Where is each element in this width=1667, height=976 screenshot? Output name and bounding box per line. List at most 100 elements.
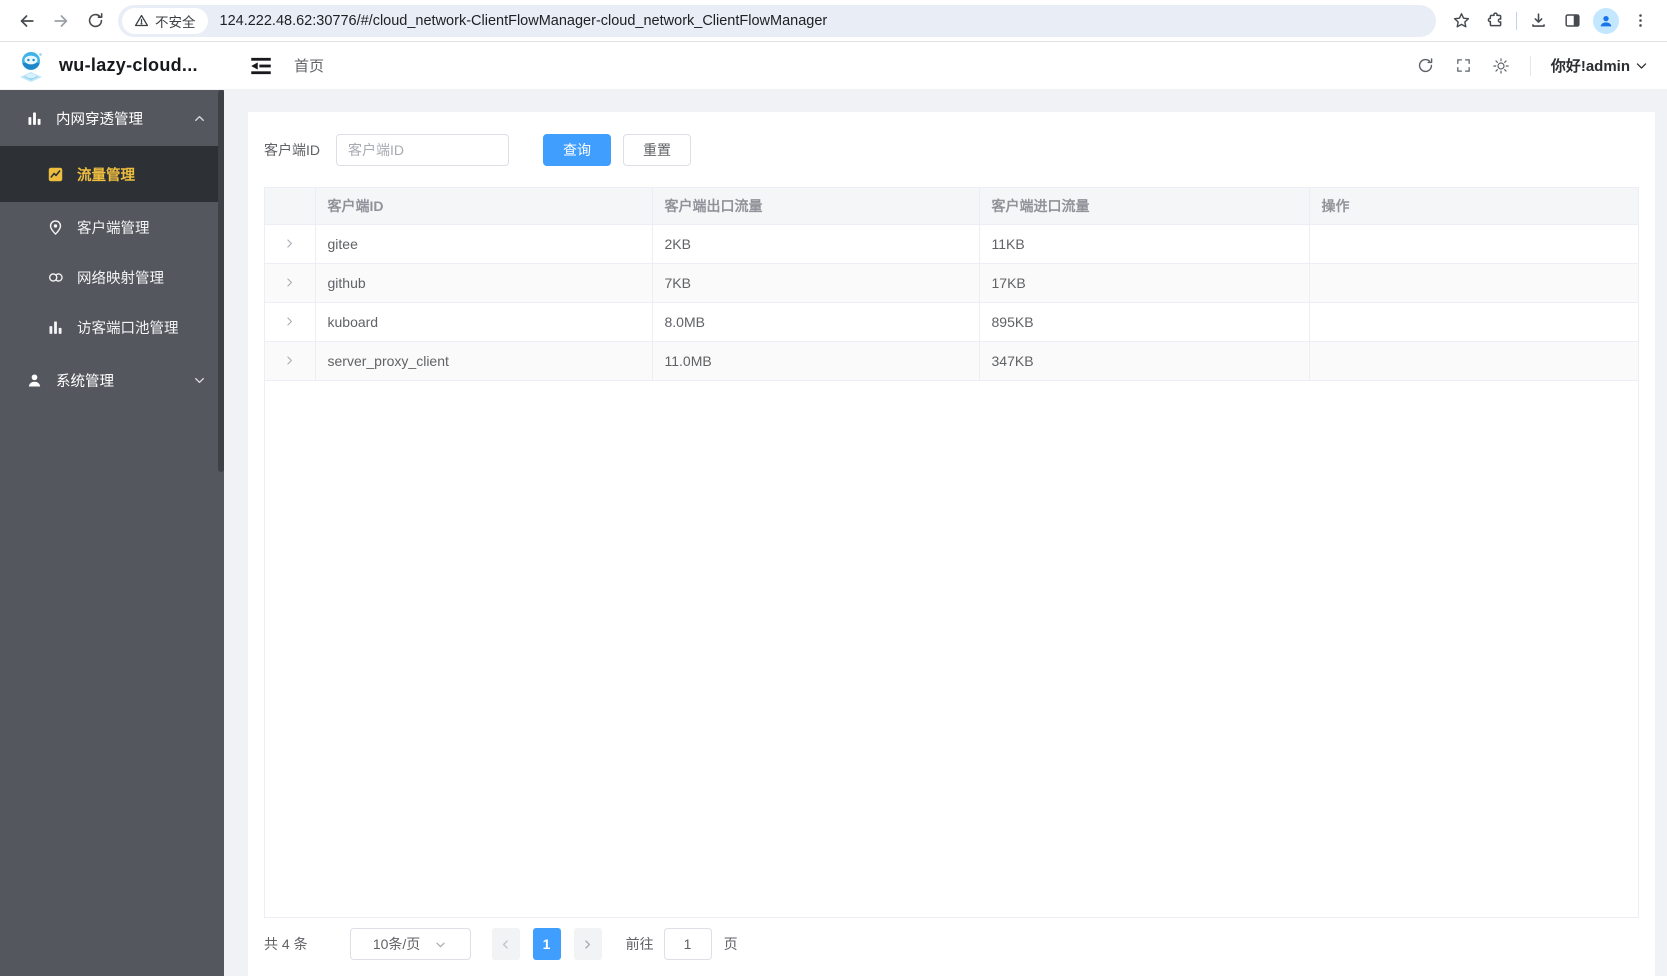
toolbar-divider	[1516, 11, 1517, 30]
chevron-down-icon	[436, 942, 445, 947]
table-row: gitee 2KB 11KB	[265, 224, 1638, 264]
client-id-input[interactable]	[336, 134, 509, 166]
user-menu[interactable]: 你好!admin	[1551, 55, 1649, 76]
expand-column-header	[265, 188, 316, 225]
cell-actions	[1309, 302, 1638, 342]
profile-avatar[interactable]	[1593, 7, 1619, 34]
cell-actions	[1309, 341, 1638, 381]
app-header: wu-lazy-cloud... 首页 你好!admin	[0, 42, 1667, 90]
search-button[interactable]: 查询	[543, 134, 611, 166]
cell-client-id: gitee	[315, 224, 653, 264]
sidebar-item-clients[interactable]: 客户端管理	[0, 202, 224, 252]
page-size-select[interactable]: 10条/页	[349, 928, 471, 960]
sidebar-item-mapping[interactable]: 网络映射管理	[0, 252, 224, 302]
sidebar-item-port-pool[interactable]: 访客端口池管理	[0, 302, 224, 352]
security-chip[interactable]: 不安全	[122, 7, 208, 34]
address-bar[interactable]: 不安全 124.222.48.62:30776/#/cloud_network-…	[118, 4, 1436, 37]
sidebar-group-label: 系统管理	[56, 373, 114, 390]
goto-page-input[interactable]	[663, 928, 712, 960]
security-label: 不安全	[155, 14, 196, 30]
bookmark-star-icon[interactable]	[1444, 4, 1478, 38]
table-row: github 7KB 17KB	[265, 263, 1638, 303]
reset-button[interactable]: 重置	[623, 134, 691, 166]
kebab-menu-icon[interactable]	[1623, 4, 1657, 38]
cell-inbound: 17KB	[979, 263, 1310, 303]
sidebar-fold-icon[interactable]	[248, 53, 274, 79]
cell-outbound: 11.0MB	[652, 341, 980, 381]
refresh-icon[interactable]	[1416, 56, 1435, 75]
header-actions: 你好!admin	[1416, 55, 1667, 76]
cell-inbound: 11KB	[979, 224, 1310, 264]
theme-sun-icon[interactable]	[1492, 57, 1510, 75]
forward-icon[interactable]	[44, 4, 78, 38]
browser-toolbar: 不安全 124.222.48.62:30776/#/cloud_network-…	[0, 0, 1667, 42]
bar-chart-icon	[26, 110, 43, 127]
chevron-down-icon	[1634, 58, 1649, 73]
table-row: kuboard 8.0MB 895KB	[265, 302, 1638, 342]
cell-inbound: 895KB	[979, 302, 1310, 342]
next-page-button[interactable]	[573, 928, 602, 960]
reload-icon[interactable]	[78, 4, 112, 38]
bar-chart-icon	[47, 319, 64, 336]
extensions-icon[interactable]	[1478, 4, 1512, 38]
content-card: 客户端ID 查询 重置 客户端ID 客户端出口流量 客户端进口流量 操作	[248, 112, 1655, 976]
cell-inbound: 347KB	[979, 341, 1310, 381]
cell-outbound: 8.0MB	[652, 302, 980, 342]
chevron-down-icon	[193, 374, 206, 387]
expand-row-icon[interactable]	[265, 263, 316, 303]
header-divider	[1529, 55, 1531, 76]
sidebar-item-label: 网络映射管理	[77, 270, 164, 287]
breadcrumb[interactable]: 首页	[294, 55, 324, 76]
traffic-chart-icon	[47, 166, 64, 183]
user-icon	[26, 372, 43, 389]
cell-client-id: server_proxy_client	[315, 341, 653, 381]
back-icon[interactable]	[10, 4, 44, 38]
sidebar: 内网穿透管理 流量管理 客户端管理 网络映射管理 访客端口池管理 系统管理	[0, 90, 224, 976]
cell-actions	[1309, 263, 1638, 303]
column-header-inbound: 客户端进口流量	[979, 188, 1310, 225]
sidebar-group-intranet[interactable]: 内网穿透管理	[0, 90, 224, 146]
chevron-up-icon	[193, 112, 206, 125]
cell-outbound: 2KB	[652, 224, 980, 264]
app-logo	[13, 48, 49, 84]
location-pin-icon	[47, 219, 64, 236]
table-row: server_proxy_client 11.0MB 347KB	[265, 341, 1638, 381]
page-unit-label: 页	[723, 936, 738, 952]
cell-client-id: kuboard	[315, 302, 653, 342]
sidebar-item-label: 流量管理	[77, 167, 135, 184]
app-title: wu-lazy-cloud...	[59, 55, 198, 75]
fullscreen-icon[interactable]	[1455, 57, 1472, 74]
flow-table: 客户端ID 客户端出口流量 客户端进口流量 操作 gitee 2KB 11KB …	[264, 187, 1639, 918]
content-area: 客户端ID 查询 重置 客户端ID 客户端出口流量 客户端进口流量 操作	[224, 90, 1667, 976]
page-size-value: 10条/页	[372, 936, 421, 952]
client-id-label: 客户端ID	[264, 142, 320, 158]
filter-bar: 客户端ID 查询 重置	[264, 134, 1639, 166]
column-header-outbound: 客户端出口流量	[652, 188, 980, 225]
user-greeting: 你好!admin	[1550, 58, 1630, 75]
sidebar-item-traffic[interactable]: 流量管理	[0, 146, 224, 202]
warning-icon	[134, 13, 149, 28]
sidebar-item-label: 访客端口池管理	[77, 320, 179, 337]
download-icon[interactable]	[1521, 4, 1555, 38]
link-icon	[47, 269, 64, 286]
sidebar-group-system[interactable]: 系统管理	[0, 352, 224, 408]
expand-row-icon[interactable]	[265, 341, 316, 381]
column-header-client-id: 客户端ID	[315, 188, 653, 225]
app-shell: 内网穿透管理 流量管理 客户端管理 网络映射管理 访客端口池管理 系统管理 客户…	[0, 90, 1667, 976]
page-number-active[interactable]: 1	[532, 928, 561, 960]
column-header-actions: 操作	[1309, 188, 1638, 225]
expand-row-icon[interactable]	[265, 302, 316, 342]
cell-client-id: github	[315, 263, 653, 303]
url-text: 124.222.48.62:30776/#/cloud_network-Clie…	[219, 12, 828, 29]
expand-row-icon[interactable]	[265, 224, 316, 264]
sidebar-scrollbar[interactable]	[218, 90, 224, 472]
sidebar-item-label: 客户端管理	[77, 220, 150, 237]
table-header-row: 客户端ID 客户端出口流量 客户端进口流量 操作	[265, 188, 1638, 225]
total-count: 共 4 条	[264, 936, 308, 952]
pagination-bar: 共 4 条 10条/页 1 前往 页	[264, 918, 1639, 976]
side-panel-icon[interactable]	[1555, 4, 1589, 38]
prev-page-button[interactable]	[491, 928, 520, 960]
sidebar-group-label: 内网穿透管理	[56, 111, 143, 128]
brand: wu-lazy-cloud...	[0, 48, 224, 84]
cell-outbound: 7KB	[652, 263, 980, 303]
